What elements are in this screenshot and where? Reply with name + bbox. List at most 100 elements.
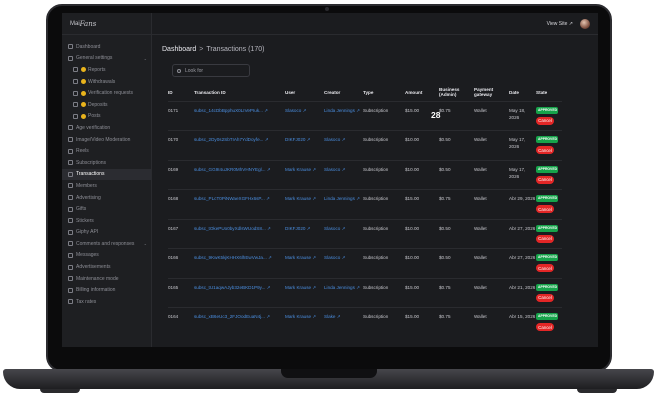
column-header-business-admin[interactable]: Business (Admin) [439,84,474,101]
table-row[interactable]: 0167 subsc_tOkePUo0byXdlsWUodS8... ↗ DIKFJ… [168,219,562,249]
sidebar-item-giphy-api[interactable]: Giphy API [62,227,151,239]
sidebar-item-age-verification[interactable]: Age verification [62,122,151,134]
table-row[interactable]: 0165 subsc_tU1aqwAJyb32eBKD1P9y... ↗ Mark … [168,278,562,308]
external-link-icon[interactable]: ↗ [355,196,360,201]
user-link[interactable]: Mark Krause [285,314,311,319]
sidebar-item-general-settings[interactable]: General settings ⌄ [62,53,151,65]
external-link-icon[interactable]: ↗ [355,108,360,113]
sidebar-item-stickers[interactable]: Stickers [62,215,151,227]
external-link-icon[interactable]: ↗ [311,167,316,172]
user-link[interactable]: Mark Krause [285,255,311,260]
column-header-id[interactable]: ID [168,84,194,101]
sidebar-item-withdrawals[interactable]: Withdrawals [62,76,151,88]
transaction-id-link[interactable]: subsc_PLcT0PiNWaeXGFHx6sP... [194,196,265,201]
transaction-id-link[interactable]: subsc_tU1aqwAJyb32eBKD1P9y... [194,285,265,290]
sidebar-item-posts[interactable]: Posts [62,111,151,123]
creator-link[interactable]: Slasoco [324,255,340,260]
app-logo[interactable]: Mai Fans [62,13,151,35]
column-header-type[interactable]: Type [363,84,405,101]
sidebar-item-reels[interactable]: Reels [62,145,151,157]
cancel-button[interactable]: Cancel [536,293,554,302]
sidebar-item-verification-requests[interactable]: Verification requests [62,87,151,99]
external-link-icon[interactable]: ↗ [355,285,360,290]
user-link[interactable]: Mark Krause [285,285,311,290]
creator-link[interactable]: Linda Jennings [324,108,355,113]
sidebar-item-gifts[interactable]: Gifts [62,203,151,215]
user-link[interactable]: Mark Krause [285,167,311,172]
avatar[interactable] [580,18,590,29]
transaction-id-link[interactable]: subsc_14cDbBpphuX0LIVePIuk... [194,108,263,113]
sidebar-item-deposits[interactable]: Deposits [62,99,151,111]
external-link-icon[interactable]: ↗ [340,255,346,260]
table-row[interactable]: 0164 subsc_xB6eUc3_2FJOodEuaN4j... ↗ Mark … [168,307,562,338]
external-link-icon[interactable]: ↗ [263,137,269,142]
user-link[interactable]: Slasoco [285,108,301,113]
cancel-button[interactable]: Cancel [536,234,554,243]
table-row[interactable]: 0170 subsc_2Dy0s2SbTIAh7YdDoyfe... ↗ DIKFJ… [168,130,562,161]
column-header-amount[interactable]: Amount [405,84,439,101]
creator-link[interactable]: Slasoco [324,167,340,172]
sidebar-item-members[interactable]: Members [62,180,151,192]
column-header-payment-gateway[interactable]: Payment gateway [474,84,509,101]
sidebar-item-subscriptions[interactable]: Subscriptions [62,157,151,169]
transaction-id-link[interactable]: subsc_9KwK5kjKHHX6lhEwVwJa... [194,255,267,260]
view-site-link[interactable]: View Site ↗ [547,21,573,27]
sidebar-item-image-video-moderation[interactable]: Image/Video Moderation [62,134,151,146]
column-header-creator[interactable]: Creator [324,84,363,101]
cancel-button[interactable]: Cancel [536,205,554,214]
column-header-user[interactable]: User [285,84,324,101]
external-link-icon[interactable]: ↗ [266,167,271,172]
external-link-icon[interactable]: ↗ [265,314,270,319]
chevron-down-icon[interactable]: ⌄ [144,56,147,61]
sidebar-item-tax-rates[interactable]: Tax rates [62,296,151,308]
search-input[interactable] [185,67,245,74]
sidebar-item-advertising[interactable]: Advertising [62,192,151,204]
sidebar-item-comments-and-responses[interactable]: Comments and responses ⌄ [62,238,151,250]
sidebar-item-messages[interactable]: Messages [62,250,151,262]
external-link-icon[interactable]: ↗ [265,285,271,290]
external-link-icon[interactable]: ↗ [311,314,316,319]
transaction-id-link[interactable]: subsc_2Dy0s2SbTIAh7YdDoyfe... [194,137,263,142]
table-row[interactable]: 0171 subsc_14cDbBpphuX0LIVePIuk... ↗ Slaso… [168,101,562,131]
column-header-state[interactable]: State [536,84,562,101]
external-link-icon[interactable]: ↗ [305,226,311,231]
transaction-id-link[interactable]: subsc_tOkePUo0byXdlsWUodS8... [194,226,266,231]
table-row[interactable]: 0168 subsc_PLcT0PiNWaeXGFHx6sP... ↗ Mark K… [168,189,562,220]
cancel-button[interactable]: Cancel [536,264,554,273]
cancel-button[interactable]: Cancel [536,116,554,125]
external-link-icon[interactable]: ↗ [305,137,311,142]
creator-link[interactable]: Slasoco [324,226,340,231]
breadcrumb-dashboard[interactable]: Dashboard [162,46,196,53]
sidebar-item-advertisements[interactable]: Advertisements [62,261,151,273]
transaction-id-link[interactable]: subsc_xB6eUc3_2FJOodEuaN4j... [194,314,265,319]
user-link[interactable]: Mark Krause [285,196,311,201]
external-link-icon[interactable]: ↗ [265,196,270,201]
creator-link[interactable]: Linda Jennings [324,285,355,290]
sidebar-item-reports[interactable]: Reports [62,64,151,76]
chevron-down-icon[interactable]: ⌄ [144,241,147,246]
cancel-button[interactable]: Cancel [536,146,554,155]
transaction-id-link[interactable]: subsc_GG9I4uJKR0MhVHNYEgl... [194,167,266,172]
external-link-icon[interactable]: ↗ [311,196,316,201]
external-link-icon[interactable]: ↗ [336,314,341,319]
external-link-icon[interactable]: ↗ [311,255,316,260]
external-link-icon[interactable]: ↗ [340,137,346,142]
table-row[interactable]: 0166 subsc_9KwK5kjKHHX6lhEwVwJa... ↗ Mark … [168,248,562,279]
sidebar-item-billing-information[interactable]: Billing information [62,284,151,296]
creator-link[interactable]: Linda Jennings [324,196,355,201]
sidebar-item-transactions[interactable]: Transactions [62,168,151,181]
sidebar-item-maintenance-mode[interactable]: Maintenance mode [62,273,151,285]
external-link-icon[interactable]: ↗ [340,167,346,172]
external-link-icon[interactable]: ↗ [267,255,272,260]
creator-link[interactable]: Slake [324,314,336,319]
sidebar-item-dashboard[interactable]: Dashboard [62,41,151,53]
search-box[interactable] [172,64,250,77]
external-link-icon[interactable]: ↗ [301,108,307,113]
cancel-button[interactable]: Cancel [536,323,554,332]
external-link-icon[interactable]: ↗ [263,108,268,113]
cancel-button[interactable]: Cancel [536,175,554,184]
column-header-transaction-id[interactable]: Transaction ID [194,84,285,101]
external-link-icon[interactable]: ↗ [340,226,346,231]
column-header-date[interactable]: Date [509,84,536,101]
external-link-icon[interactable]: ↗ [311,285,316,290]
